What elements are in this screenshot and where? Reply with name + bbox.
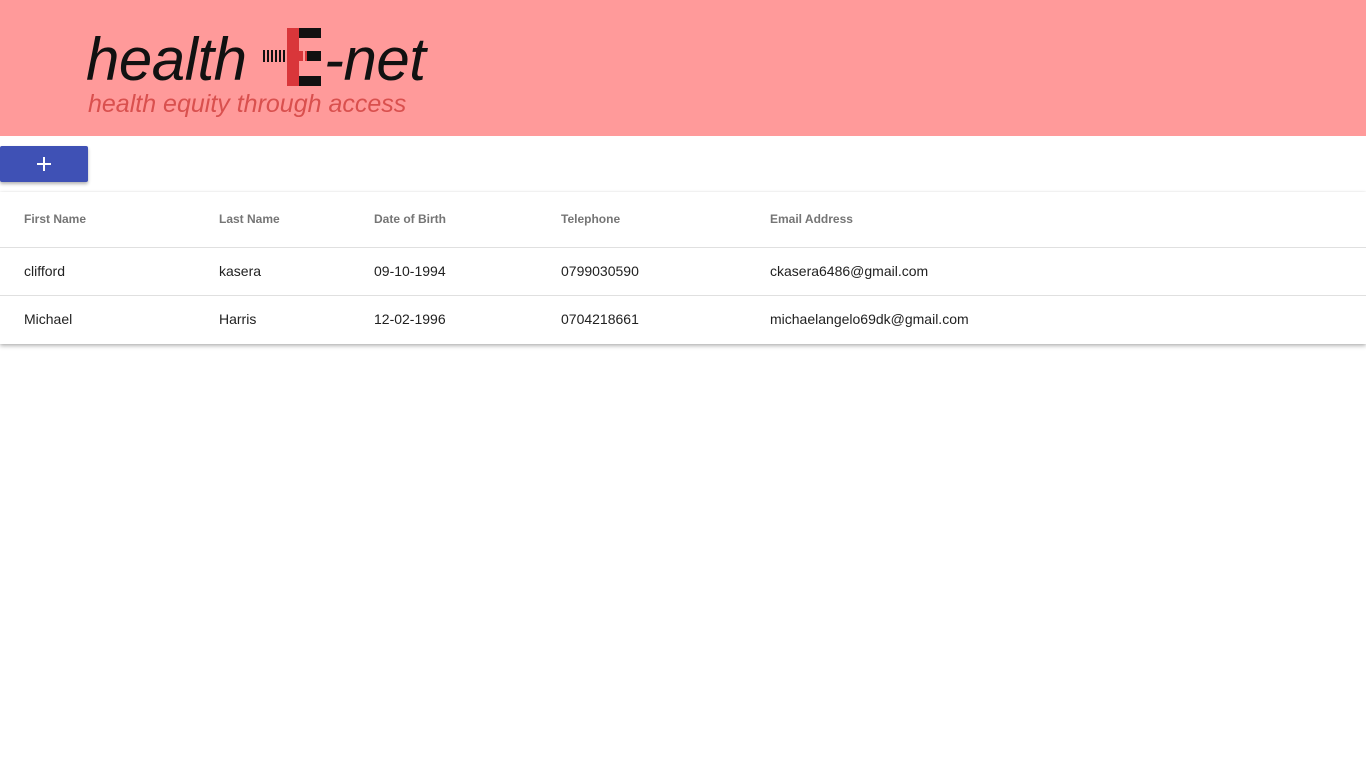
cell-last-name: Harris — [219, 311, 257, 327]
cell-email: michaelangelo69dk@gmail.com — [770, 311, 969, 327]
table-row[interactable]: Michael Harris 12-02-1996 0704218661 mic… — [0, 296, 1366, 344]
logo-tagline: health equity through access — [88, 90, 407, 118]
logo-word-net: -net — [324, 26, 426, 93]
table-row[interactable]: clifford kasera 09-10-1994 0799030590 ck… — [0, 248, 1366, 296]
health-e-net-logo: health -net health equity through access — [86, 22, 446, 122]
logo-word-health: health — [86, 26, 247, 93]
column-header-date-of-birth[interactable]: Date of Birth — [374, 212, 446, 226]
cell-date-of-birth: 09-10-1994 — [374, 263, 446, 279]
logo-e-mark — [263, 28, 321, 86]
table-header-row: First Name Last Name Date of Birth Telep… — [0, 192, 1366, 248]
column-header-last-name[interactable]: Last Name — [219, 212, 280, 226]
cell-telephone: 0704218661 — [561, 311, 639, 327]
app-header: health -net health equity through access — [0, 0, 1366, 136]
cell-first-name: Michael — [24, 311, 73, 327]
patients-table: First Name Last Name Date of Birth Telep… — [0, 192, 1366, 344]
cell-date-of-birth: 12-02-1996 — [374, 311, 446, 327]
plus-icon — [37, 157, 51, 171]
add-patient-button[interactable] — [0, 146, 88, 182]
cell-last-name: kasera — [219, 263, 262, 279]
cell-telephone: 0799030590 — [561, 263, 639, 279]
cell-email: ckasera6486@gmail.com — [770, 263, 929, 279]
column-header-telephone[interactable]: Telephone — [561, 212, 620, 226]
column-header-email[interactable]: Email Address — [770, 212, 853, 226]
column-header-first-name[interactable]: First Name — [24, 212, 86, 226]
cell-first-name: clifford — [24, 263, 65, 279]
